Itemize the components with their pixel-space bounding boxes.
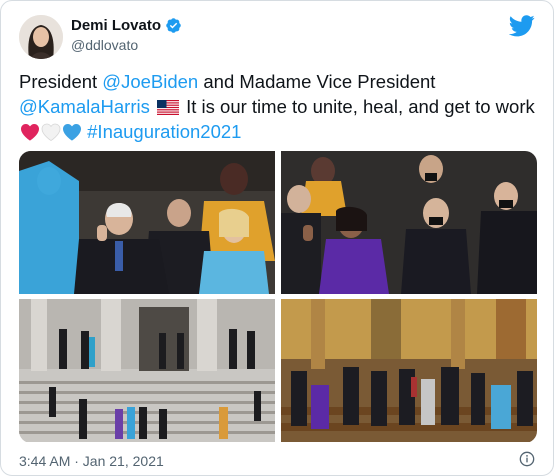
text-part: It is our time to unite, heal, and get t… bbox=[180, 96, 535, 117]
mention-kamalaharris[interactable]: @KamalaHarris bbox=[19, 96, 150, 117]
avatar[interactable] bbox=[19, 15, 63, 59]
hashtag-inauguration2021[interactable]: #Inauguration2021 bbox=[87, 121, 241, 142]
display-name[interactable]: Demi Lovato bbox=[71, 17, 161, 34]
mention-joebiden[interactable]: @JoeBiden bbox=[102, 71, 198, 92]
photo-harris-oath[interactable] bbox=[281, 151, 537, 294]
avatar-image bbox=[19, 15, 63, 59]
info-icon[interactable] bbox=[519, 451, 535, 467]
handle[interactable]: @ddlovato bbox=[71, 37, 138, 53]
verified-badge-icon bbox=[166, 18, 181, 33]
tweet-card[interactable]: Demi Lovato @ddlovato President @JoeBide… bbox=[0, 0, 554, 476]
white-heart-icon bbox=[41, 123, 61, 141]
text-part: and Madame Vice President bbox=[198, 71, 436, 92]
timestamp[interactable]: 3:44 AM · Jan 21, 2021 bbox=[19, 453, 164, 469]
photo-church-pews[interactable] bbox=[281, 299, 537, 442]
media-grid bbox=[19, 151, 537, 443]
twitter-bird-icon[interactable] bbox=[509, 15, 535, 37]
text-part: President bbox=[19, 71, 103, 92]
red-heart-icon bbox=[21, 123, 39, 141]
blue-heart-icon bbox=[63, 123, 81, 141]
us-flag-icon bbox=[156, 100, 179, 115]
photo-capitol-steps[interactable] bbox=[19, 299, 275, 442]
tweet-text: President @JoeBiden and Madame Vice Pres… bbox=[19, 69, 539, 144]
photo-biden-oath[interactable] bbox=[19, 151, 275, 294]
